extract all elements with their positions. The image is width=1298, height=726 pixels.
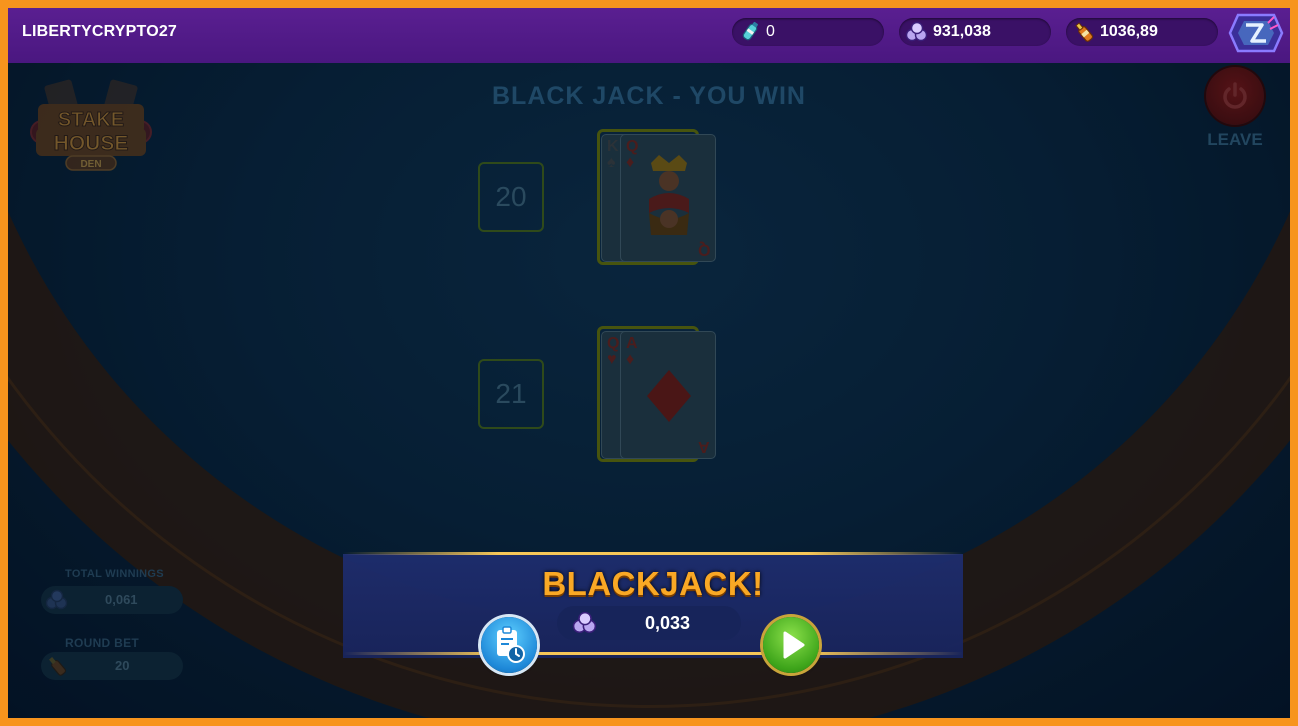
- player-card-2: A ♦ A: [620, 331, 716, 459]
- round-bet-value: 20: [115, 658, 130, 673]
- banner-title: BLACKJACK!: [542, 565, 764, 602]
- round-bet-display: 20: [41, 652, 183, 680]
- leave-label: LEAVE: [1207, 130, 1263, 149]
- gem-balance-value: 0: [766, 23, 775, 40]
- leave-button[interactable]: [1206, 67, 1264, 125]
- banner-border-top: [343, 552, 963, 555]
- svg-text:HOUSE: HOUSE: [54, 132, 129, 155]
- bottle-balance[interactable]: 1036,89: [1066, 18, 1218, 46]
- diamond-suit-icon: [647, 370, 691, 422]
- bet-history-icon: [497, 626, 525, 663]
- game-frame: LIBERTYCRYPTO27 0 931,038 1036,89 STAKE …: [8, 8, 1290, 718]
- bottle-balance-value: 1036,89: [1100, 23, 1158, 40]
- banner-border-bottom: [343, 652, 963, 655]
- coin-balance-value: 931,038: [933, 23, 991, 40]
- total-winnings-display: 0,061: [41, 586, 183, 614]
- brand-logo-icon[interactable]: [1228, 11, 1284, 55]
- coins-icon: [572, 611, 597, 634]
- username: LIBERTYCRYPTO27: [22, 23, 178, 40]
- coin-balance[interactable]: 931,038: [899, 18, 1051, 46]
- svg-text:STAKE: STAKE: [58, 109, 124, 131]
- dealer-card-2: Q ♦ Q: [620, 134, 716, 262]
- svg-text:DEN: DEN: [80, 159, 101, 170]
- gem-balance[interactable]: 0: [732, 18, 884, 46]
- bet-history-button[interactable]: [481, 617, 537, 673]
- dealer-card-2-rank-bottom: Q: [697, 241, 710, 258]
- win-amount-value: 0,033: [645, 613, 691, 633]
- player-card-2-rank-bottom: A: [698, 438, 710, 455]
- dealer-card-1-suit: ♠: [607, 154, 616, 171]
- round-bet-label: ROUND BET: [65, 636, 140, 650]
- player-card-1-suit: ♥: [607, 351, 617, 368]
- dealer-score: 20: [478, 162, 544, 232]
- gem-bottle-icon: [742, 21, 758, 41]
- player-card-2-suit: ♦: [626, 351, 635, 368]
- total-winnings-value: 0,061: [105, 592, 138, 607]
- player-hand: Q ♥ A ♦ A: [597, 326, 716, 462]
- coins-icon: [45, 589, 68, 610]
- play-icon: [783, 631, 805, 659]
- dealer-hand: K ♠ Q ♦ Q: [597, 129, 716, 265]
- power-icon: [1223, 82, 1247, 109]
- queen-figure-icon: [649, 155, 689, 235]
- next-round-button[interactable]: [763, 617, 819, 673]
- dealer-card-2-suit: ♦: [626, 154, 635, 171]
- player-score: 21: [478, 359, 544, 429]
- bottle-icon: [1075, 22, 1094, 42]
- win-amount-display: 0,033: [557, 606, 741, 640]
- coins-icon: [905, 21, 928, 42]
- bottle-icon: [49, 657, 67, 676]
- top-bar: LIBERTYCRYPTO27 0 931,038 1036,89: [8, 8, 1290, 63]
- total-winnings-label: TOTAL WINNINGS: [65, 568, 164, 580]
- round-result-title: BLACK JACK - YOU WIN: [492, 82, 806, 110]
